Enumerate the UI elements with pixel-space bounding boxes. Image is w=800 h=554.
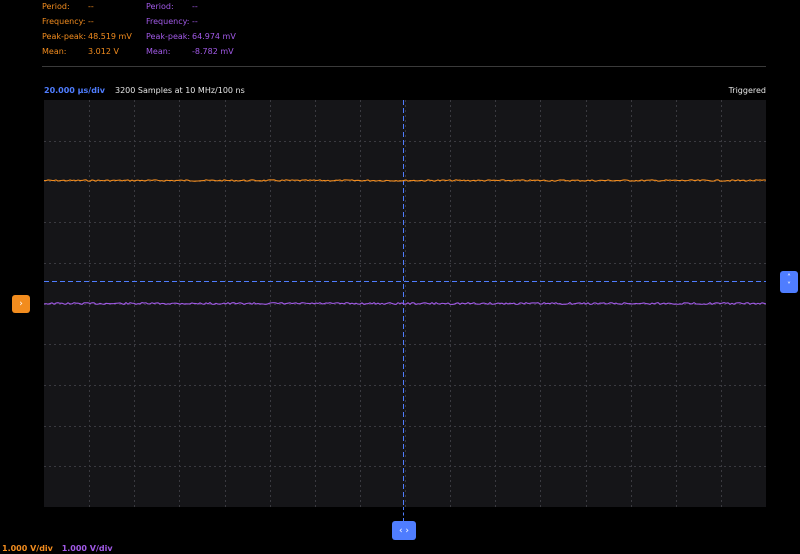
ch1-period: Period: -- — [42, 2, 94, 11]
chevron-right-icon: › — [19, 299, 23, 309]
ch1-peak-peak: Peak-peak: 48.519 mV — [42, 32, 132, 41]
ch1-measurements: Period: -- Frequency: -- Peak-peak: 48.519 … — [42, 0, 132, 59]
ch1-offset-marker[interactable]: › — [12, 295, 30, 313]
ch2-scale-label[interactable]: 1.000 V/div — [62, 544, 113, 553]
ch2-peak-peak: Peak-peak: 64.974 mV — [146, 32, 236, 41]
ch1-frequency: Frequency: -- — [42, 17, 94, 26]
trigger-level-marker[interactable]: ˄ ˅ — [780, 271, 798, 293]
chevron-down-icon: ˅ — [787, 281, 791, 290]
header-divider — [42, 66, 766, 67]
ch2-mean: Mean: -8.782 mV — [146, 47, 234, 56]
ch1-scale-label[interactable]: 1.000 V/div — [2, 544, 53, 553]
ch1-mean: Mean: 3.012 V — [42, 47, 119, 56]
ch2-period: Period: -- — [146, 2, 198, 11]
ch2-trace — [44, 301, 766, 306]
time-position-marker[interactable]: ‹ › — [392, 521, 416, 540]
chevron-left-right-icon: ‹ › — [398, 525, 410, 536]
vertical-scales: 1.000 V/div 1.000 V/div — [2, 544, 119, 553]
timebase-label[interactable]: 20.000 µs/div — [44, 86, 105, 95]
time-cursor-extension — [403, 507, 405, 521]
trigger-status: Triggered — [728, 86, 766, 95]
samples-label: 3200 Samples at 10 MHz/100 ns — [115, 86, 245, 95]
ch2-frequency: Frequency: -- — [146, 17, 198, 26]
scope-canvas — [44, 100, 766, 507]
ch2-measurements: Period: -- Frequency: -- Peak-peak: 64.974 … — [146, 0, 236, 59]
scope-display[interactable] — [44, 100, 766, 507]
